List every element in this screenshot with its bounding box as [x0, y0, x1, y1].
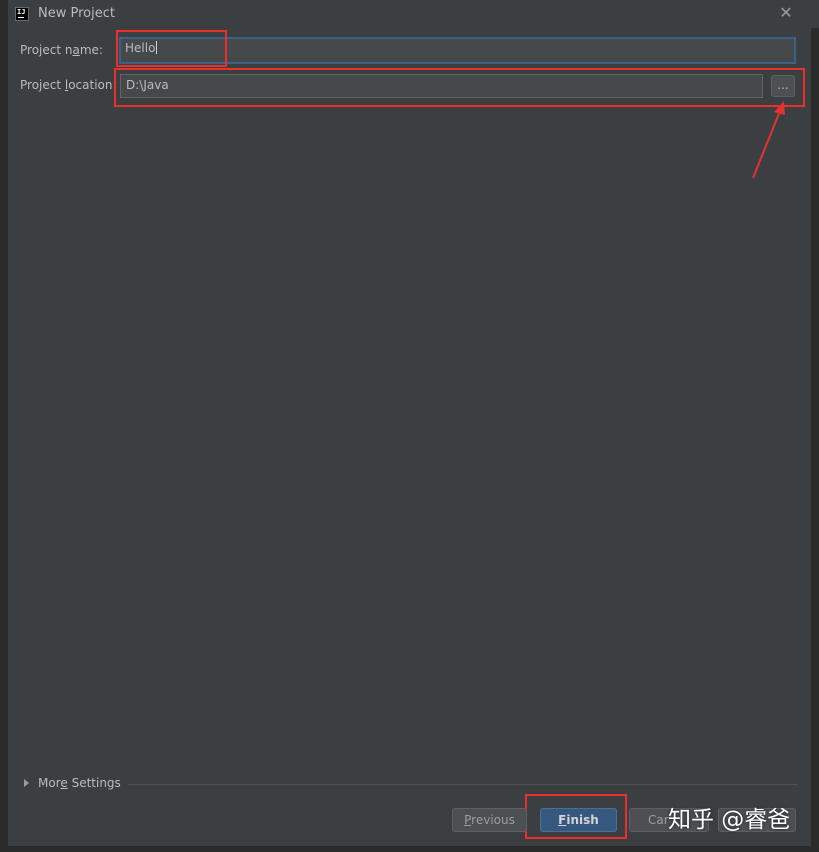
- browse-button[interactable]: ...: [771, 75, 795, 97]
- project-name-label: Project name:: [20, 43, 103, 57]
- finish-button[interactable]: Finish: [540, 808, 617, 832]
- project-name-input[interactable]: Hello: [119, 37, 796, 64]
- annotation-arrow: [752, 101, 785, 179]
- previous-button[interactable]: Previous: [452, 808, 527, 832]
- divider: [128, 784, 798, 785]
- dialog-title: New Project: [38, 6, 115, 21]
- project-location-label: Project location:: [20, 78, 117, 92]
- title-bar: [8, 0, 819, 28]
- expand-arrow-icon: [24, 779, 29, 787]
- text-caret: [156, 41, 158, 54]
- new-project-dialog: [0, 0, 819, 852]
- intellij-idea-icon: IJ: [15, 7, 29, 21]
- zhihu-watermark: 知乎 @睿爸: [668, 807, 791, 833]
- close-icon[interactable]: ✕: [777, 4, 795, 22]
- project-location-input[interactable]: D:\Java: [120, 74, 763, 98]
- more-settings-toggle[interactable]: More Settings: [24, 776, 121, 790]
